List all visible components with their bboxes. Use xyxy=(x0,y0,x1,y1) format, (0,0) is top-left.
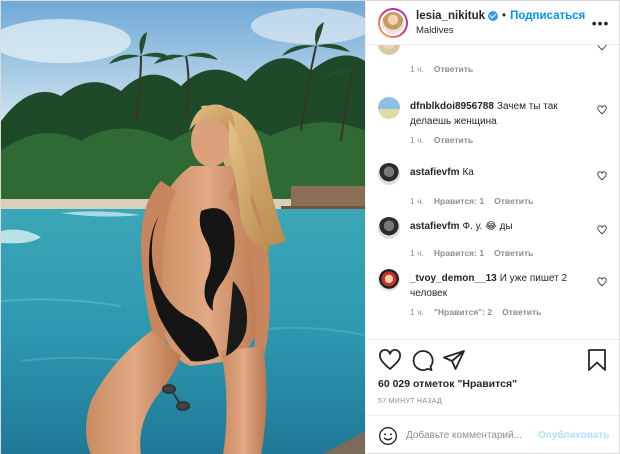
comment-likes-count[interactable]: Нравится: 1 xyxy=(434,196,484,206)
comment-like-icon[interactable] xyxy=(595,274,609,292)
comment-text xyxy=(410,45,595,50)
add-comment-bar: Опубликовать xyxy=(366,415,620,454)
comment-meta: 1 ч. Нравится: 1 Ответить xyxy=(410,196,609,206)
share-icon[interactable] xyxy=(442,348,466,372)
location-link[interactable]: Maldives xyxy=(416,25,590,36)
comment-input[interactable] xyxy=(406,430,538,441)
username-link[interactable]: lesia_nikituk xyxy=(416,10,485,22)
comment-time: 1 ч. xyxy=(410,196,424,206)
comment-text: dfnblkdoi8956788 Зачем ты так делаешь жен… xyxy=(410,97,595,129)
comment-likes-count[interactable]: "Нравится": 2 xyxy=(434,307,492,317)
comment-username[interactable]: astafievfm xyxy=(410,221,459,232)
comment-username[interactable]: _tvoy_demon__13 xyxy=(410,273,497,284)
heart-icon[interactable] xyxy=(378,348,402,372)
comment-text: _tvoy_demon__13 И уже пишет 2 человек xyxy=(410,269,595,301)
comment-meta: 1 ч. Нравится: 1 Ответить xyxy=(410,248,609,258)
comment-like-icon[interactable] xyxy=(595,102,609,120)
comment-item: astafievfm Ка 1 ч. Нравится: 1 Ответить xyxy=(378,163,609,206)
bookmark-icon[interactable] xyxy=(585,348,609,372)
beach-photo xyxy=(1,1,365,454)
comment-text: astafievfm Ф. у. 😂 ды xyxy=(410,217,595,234)
comment-reply-button[interactable]: Ответить xyxy=(434,135,473,145)
comment-content: Ка xyxy=(462,167,474,178)
header-text: lesia_nikituk • Подписаться Maldives xyxy=(416,10,590,36)
comment-text: astafievfm Ка xyxy=(410,163,595,180)
comment-likes-count[interactable]: Нравится: 1 xyxy=(434,248,484,258)
comment-avatar[interactable] xyxy=(378,45,400,55)
comment-time: 1 ч. xyxy=(410,64,424,74)
instagram-post: lesia_nikituk • Подписаться Maldives ••• xyxy=(0,0,620,454)
publish-button[interactable]: Опубликовать xyxy=(538,430,609,441)
comment-meta: 1 ч. Ответить xyxy=(410,135,609,145)
post-photo[interactable] xyxy=(1,1,365,454)
comment-icon[interactable] xyxy=(410,348,434,372)
comment-time: 1 ч. xyxy=(410,135,424,145)
comment-reply-button[interactable]: Ответить xyxy=(494,196,533,206)
emoji-icon[interactable] xyxy=(378,426,398,446)
comment-item: 1 ч. Ответить xyxy=(378,45,609,74)
comment-like-icon[interactable] xyxy=(595,45,609,56)
post-actions: 60 029 отметок "Нравится" 57 минут назад xyxy=(366,339,620,405)
comment-avatar[interactable] xyxy=(378,163,400,185)
follow-button[interactable]: Подписаться xyxy=(510,10,585,22)
more-options-icon[interactable]: ••• xyxy=(590,15,612,31)
comment-avatar[interactable] xyxy=(378,97,400,119)
comment-avatar[interactable] xyxy=(378,217,400,239)
separator-dot: • xyxy=(502,9,507,22)
comment-item: astafievfm Ф. у. 😂 ды 1 ч. Нравится: 1 От… xyxy=(378,217,609,258)
comment-like-icon[interactable] xyxy=(595,168,609,186)
comment-username[interactable]: dfnblkdoi8956788 xyxy=(410,101,494,112)
action-icon-row xyxy=(378,346,609,374)
comments-list[interactable]: 1 ч. Ответить dfnblkdoi8956788 Зачем ты т… xyxy=(366,45,619,339)
comment-item: _tvoy_demon__13 И уже пишет 2 человек 1 ч… xyxy=(378,269,609,317)
post-side-panel: lesia_nikituk • Подписаться Maldives ••• xyxy=(365,1,620,454)
comment-meta: 1 ч. "Нравится": 2 Ответить xyxy=(410,307,609,317)
comment-meta: 1 ч. Ответить xyxy=(410,64,609,74)
post-timestamp[interactable]: 57 минут назад xyxy=(378,398,609,405)
comment-time: 1 ч. xyxy=(410,248,424,258)
verified-badge-icon xyxy=(488,10,499,21)
comment-reply-button[interactable]: Ответить xyxy=(494,248,533,258)
comment-item: dfnblkdoi8956788 Зачем ты так делаешь жен… xyxy=(378,97,609,145)
comment-like-icon[interactable] xyxy=(595,222,609,240)
likes-count[interactable]: 60 029 отметок "Нравится" xyxy=(378,378,609,390)
post-header: lesia_nikituk • Подписаться Maldives ••• xyxy=(366,1,620,45)
comment-avatar[interactable] xyxy=(378,269,400,291)
comment-time: 1 ч. xyxy=(410,307,424,317)
profile-avatar[interactable] xyxy=(378,7,408,38)
comment-username[interactable]: astafievfm xyxy=(410,167,459,178)
comment-content: Ф. у. 😂 ды xyxy=(462,221,513,232)
comment-reply-button[interactable]: Ответить xyxy=(502,307,541,317)
comment-reply-button[interactable]: Ответить xyxy=(434,64,473,74)
